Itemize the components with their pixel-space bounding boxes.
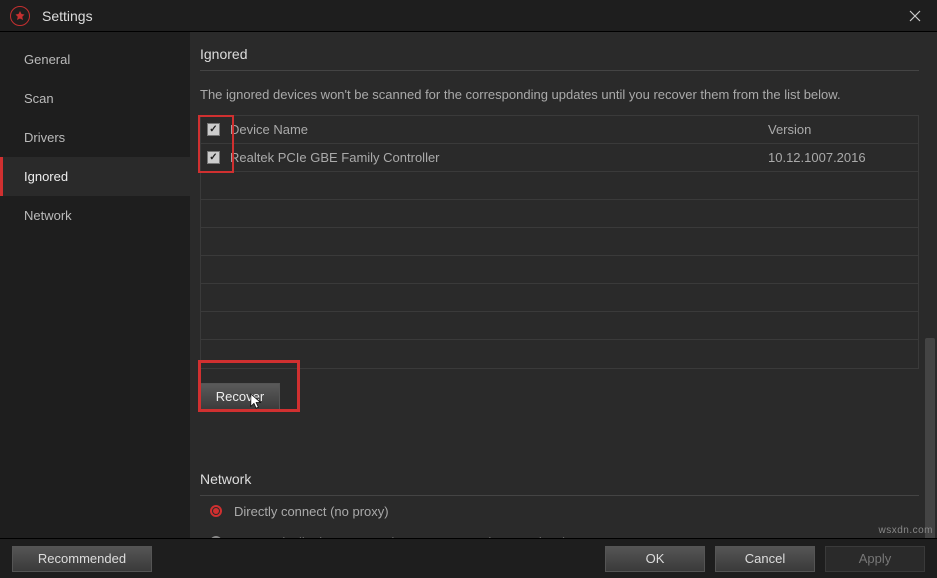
row-checkbox[interactable] [207,151,220,164]
column-header-name: Device Name [230,122,768,137]
close-icon [908,9,922,23]
sidebar-item-ignored[interactable]: Ignored [0,157,190,196]
cancel-button[interactable]: Cancel [715,546,815,572]
section-header-network: Network [200,457,919,496]
watermark: wsxdn.com [878,525,933,536]
radio-auto-proxy[interactable]: Automatically detect proxy (use Internet… [200,527,919,539]
sidebar-item-network[interactable]: Network [0,196,190,235]
device-name-cell: Realtek PCIe GBE Family Controller [230,150,768,165]
sidebar-item-scan[interactable]: Scan [0,79,190,118]
window-title: Settings [42,8,903,24]
table-row-empty [201,340,918,368]
sidebar: General Scan Drivers Ignored Network [0,32,190,538]
table-row-empty [201,312,918,340]
sidebar-item-drivers[interactable]: Drivers [0,118,190,157]
table-row-empty [201,200,918,228]
radio-direct-connect[interactable]: Directly connect (no proxy) [200,496,919,527]
select-all-checkbox[interactable] [207,123,220,136]
table-row-empty [201,172,918,200]
device-version-cell: 10.12.1007.2016 [768,150,918,165]
close-button[interactable] [903,4,927,28]
recommended-button[interactable]: Recommended [12,546,152,572]
radio-label: Directly connect (no proxy) [234,504,389,519]
table-row-empty [201,256,918,284]
apply-button[interactable]: Apply [825,546,925,572]
column-header-version: Version [768,122,918,137]
ok-button[interactable]: OK [605,546,705,572]
table-row[interactable]: Realtek PCIe GBE Family Controller 10.12… [201,144,918,172]
radio-icon [210,505,222,517]
ignored-description: The ignored devices won't be scanned for… [200,71,919,115]
app-logo [10,6,30,26]
table-row-empty [201,228,918,256]
scrollbar[interactable] [925,338,935,538]
table-header-row: Device Name Version [201,116,918,144]
recover-button[interactable]: Recover [200,383,280,411]
table-row-empty [201,284,918,312]
section-header-ignored: Ignored [200,32,919,71]
ignored-table: Device Name Version Realtek PCIe GBE Fam… [200,115,919,369]
sidebar-item-general[interactable]: General [0,40,190,79]
